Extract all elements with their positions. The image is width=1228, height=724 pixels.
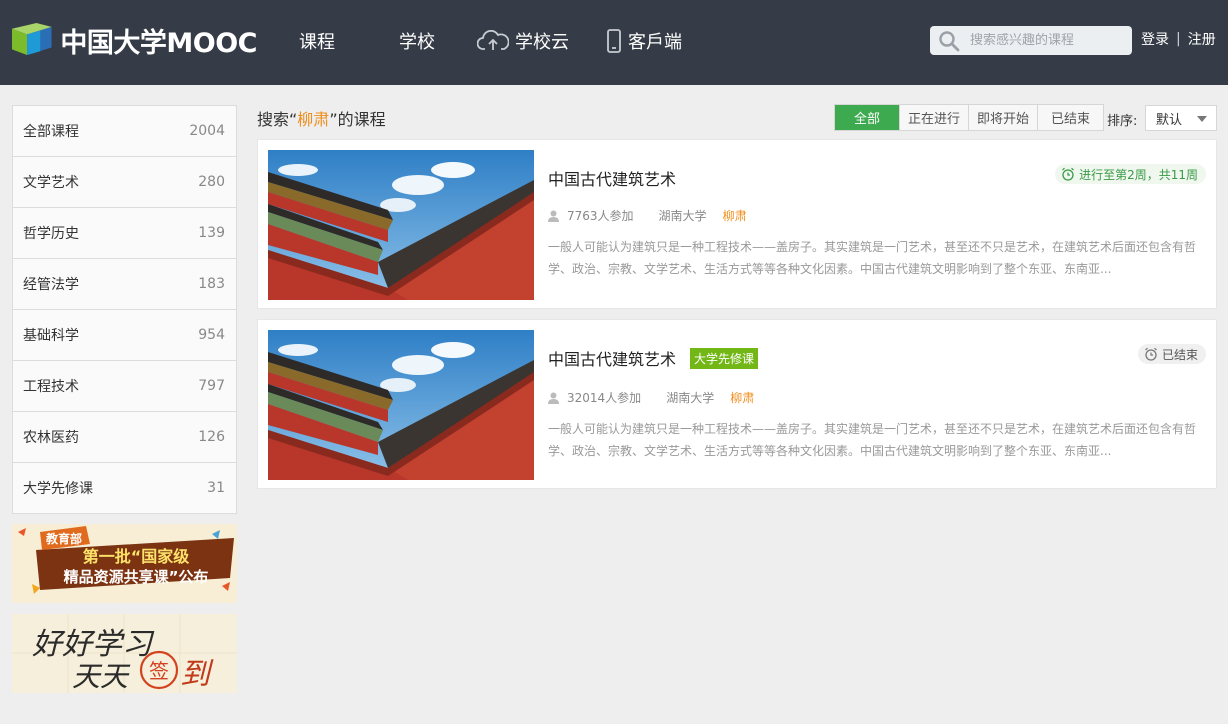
daily-checkin-banner[interactable]: 好好学习 天天 签 到	[12, 614, 237, 693]
national-course-banner-art: 教育部 第一批“国家级 精品资源共享课”公布	[12, 524, 237, 603]
category-philosophy-history[interactable]: 哲学历史 139	[13, 208, 236, 259]
category-pre-university[interactable]: 大学先修课 31	[13, 463, 236, 513]
search-box	[930, 26, 1132, 55]
results-title-prefix: 搜索“	[257, 110, 298, 129]
course-participants: 32014人参加	[567, 391, 642, 405]
banner-badge-text: 教育部	[45, 531, 82, 546]
mooc-logo-icon	[12, 23, 52, 56]
checkin-seal-text: 签	[149, 659, 169, 683]
nav-school-cloud-label: 学校云	[515, 32, 569, 53]
category-count: 139	[198, 225, 225, 241]
course-participants: 7763人参加	[567, 209, 634, 223]
auth-separator: |	[1176, 31, 1181, 47]
category-count: 2004	[189, 123, 225, 139]
top-header: 中国大学MOOC 课程 学校 学校云 客戶端 搜索感兴趣的课程 登录 | 注册	[0, 0, 1228, 85]
pre-university-tag: 大学先修课	[690, 347, 759, 369]
register-link[interactable]: 注册	[1188, 29, 1216, 49]
category-count: 31	[207, 480, 225, 496]
phone-icon	[607, 29, 621, 53]
course-description: 一般人可能认为建筑只是一种工程技术——盖房子。其实建筑是一门艺术，甚至还不只是艺…	[548, 240, 1197, 276]
course-school[interactable]: 湖南大学	[666, 389, 714, 406]
sort-label: 排序:	[1107, 114, 1138, 129]
category-literature-art[interactable]: 文学艺术 280	[13, 157, 236, 208]
course-status-badge: 已结束	[1137, 344, 1206, 364]
category-sidebar: 全部课程 2004 文学艺术 280 哲学历史 139 经管法学 183 基础科学 954…	[12, 105, 237, 514]
category-label: 全部课程	[23, 124, 79, 140]
category-agriculture-medicine[interactable]: 农林医药 126	[13, 412, 236, 463]
course-title[interactable]: 中国古代建筑艺术 大学先修课	[548, 346, 759, 370]
status-filter-group: 全部 正在进行 即将开始 已结束	[834, 104, 1105, 131]
alarm-clock-icon	[1062, 167, 1074, 181]
course-meta: 32014人参加 湖南大学 柳肃	[548, 389, 754, 406]
nav-school-cloud[interactable]: 学校云	[477, 28, 569, 54]
category-basic-science[interactable]: 基础科学 954	[13, 310, 236, 361]
results-keyword: 柳肃	[297, 110, 330, 129]
course-title[interactable]: 中国古代建筑艺术	[548, 166, 676, 190]
search-results-title: 搜索“柳肃”的课程	[257, 106, 386, 130]
category-economics-law[interactable]: 经管法学 183	[13, 259, 236, 310]
results-title-suffix: ”的课程	[329, 110, 386, 129]
category-count: 126	[198, 429, 225, 445]
person-icon	[548, 392, 559, 404]
course-thumbnail[interactable]	[268, 150, 534, 300]
course-card[interactable]: 中国古代建筑艺术 大学先修课 已结束 32014人参加 湖南大学 柳肃 一般人可…	[257, 319, 1217, 489]
course-status-text: 进行至第2周，共11周	[1079, 167, 1198, 182]
site-logo[interactable]: 中国大学MOOC	[12, 22, 257, 59]
forbidden-city-image	[268, 330, 534, 480]
logo-text: 中国大学MOOC	[60, 27, 257, 59]
nav-schools[interactable]: 学校	[399, 28, 435, 54]
category-label: 经管法学	[23, 277, 79, 293]
category-count: 954	[198, 327, 225, 343]
course-status-badge: 进行至第2周，共11周	[1055, 164, 1206, 184]
filter-upcoming[interactable]: 即将开始	[968, 105, 1037, 130]
auth-links: 登录 | 注册	[1141, 29, 1216, 49]
category-count: 280	[198, 174, 225, 190]
banner-line1-text: 第一批“国家级	[83, 547, 191, 566]
sort-dropdown-value: 默认	[1156, 112, 1183, 128]
login-link[interactable]: 登录	[1141, 29, 1169, 49]
category-label: 工程技术	[23, 379, 79, 395]
banner-line2-text: 精品资源共享课”公布	[64, 568, 209, 586]
category-label: 农林医药	[23, 430, 79, 446]
category-count: 797	[198, 378, 225, 394]
filter-ongoing[interactable]: 正在进行	[899, 105, 968, 130]
chevron-down-icon	[1197, 116, 1207, 122]
alarm-clock-icon	[1145, 347, 1157, 361]
national-course-banner[interactable]: 教育部 第一批“国家级 精品资源共享课”公布	[12, 524, 237, 603]
category-label: 哲学历史	[23, 226, 79, 242]
course-teacher[interactable]: 柳肃	[723, 207, 747, 224]
course-description: 一般人可能认为建筑只是一种工程技术——盖房子。其实建筑是一门艺术，甚至还不只是艺…	[548, 422, 1197, 458]
course-status-text: 已结束	[1161, 347, 1198, 362]
search-icon[interactable]	[938, 30, 960, 52]
course-title-text: 中国古代建筑艺术	[548, 350, 677, 369]
nav-schools-label: 学校	[399, 32, 435, 53]
category-engineering[interactable]: 工程技术 797	[13, 361, 236, 412]
nav-client-app-label: 客戶端	[628, 32, 682, 53]
sort-dropdown[interactable]: 默认	[1145, 105, 1217, 131]
category-label: 文学艺术	[23, 175, 79, 191]
cloud-upload-icon	[477, 30, 509, 50]
course-meta: 7763人参加 湖南大学 柳肃	[548, 207, 747, 224]
checkin-line1-text: 好好学习	[32, 627, 155, 662]
category-label: 大学先修课	[23, 481, 93, 497]
filter-all[interactable]: 全部	[835, 105, 899, 130]
forbidden-city-image	[268, 150, 534, 300]
category-all[interactable]: 全部课程 2004	[13, 106, 236, 157]
course-teacher[interactable]: 柳肃	[730, 389, 754, 406]
checkin-line2-text: 天天	[72, 660, 131, 693]
filter-ended[interactable]: 已结束	[1037, 105, 1103, 130]
nav-courses[interactable]: 课程	[299, 28, 335, 54]
course-title-text: 中国古代建筑艺术	[548, 170, 677, 189]
category-label: 基础科学	[23, 328, 79, 344]
course-card[interactable]: 中国古代建筑艺术 进行至第2周，共11周 7763人参加 湖南大学 柳肃 一般人…	[257, 139, 1217, 309]
person-icon	[548, 210, 559, 222]
checkin-line3-text: 到	[180, 657, 214, 692]
nav-courses-label: 课程	[299, 32, 335, 53]
category-count: 183	[198, 276, 225, 292]
nav-client-app[interactable]: 客戶端	[606, 28, 682, 54]
search-input[interactable]	[970, 33, 1130, 48]
daily-checkin-banner-art: 好好学习 天天 签 到	[12, 614, 237, 693]
course-thumbnail[interactable]	[268, 330, 534, 480]
course-school[interactable]: 湖南大学	[659, 207, 707, 224]
